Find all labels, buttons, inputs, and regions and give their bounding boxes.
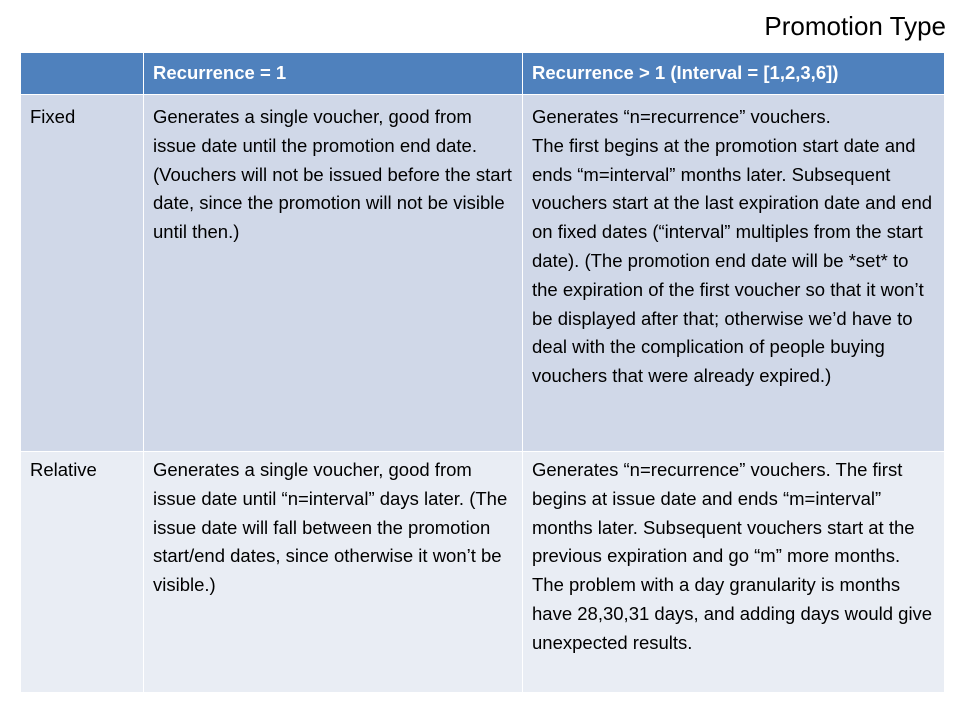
row-label-fixed: Fixed: [20, 94, 144, 452]
row-label-relative: Relative: [20, 451, 144, 693]
header-recurrence-one: Recurrence = 1: [143, 52, 523, 95]
promotion-type-table: Recurrence = 1 Recurrence > 1 (Interval …: [20, 52, 945, 693]
table-header-row: Recurrence = 1 Recurrence > 1 (Interval …: [20, 52, 945, 95]
table-row-fixed: Fixed Generates a single voucher, good f…: [20, 94, 945, 452]
relative-recurrence-many-cell: Generates “n=recurrence” vouchers. The f…: [522, 451, 945, 693]
relative-recurrence-one-cell: Generates a single voucher, good from is…: [143, 451, 523, 693]
header-corner-cell: [20, 52, 144, 95]
fixed-recurrence-many-cell: Generates “n=recurrence” vouchers. The f…: [522, 94, 945, 452]
header-recurrence-many: Recurrence > 1 (Interval = [1,2,3,6]): [522, 52, 945, 95]
slide-title: Promotion Type: [764, 11, 946, 41]
fixed-recurrence-one-cell: Generates a single voucher, good from is…: [143, 94, 523, 452]
table-row-relative: Relative Generates a single voucher, goo…: [20, 451, 945, 693]
